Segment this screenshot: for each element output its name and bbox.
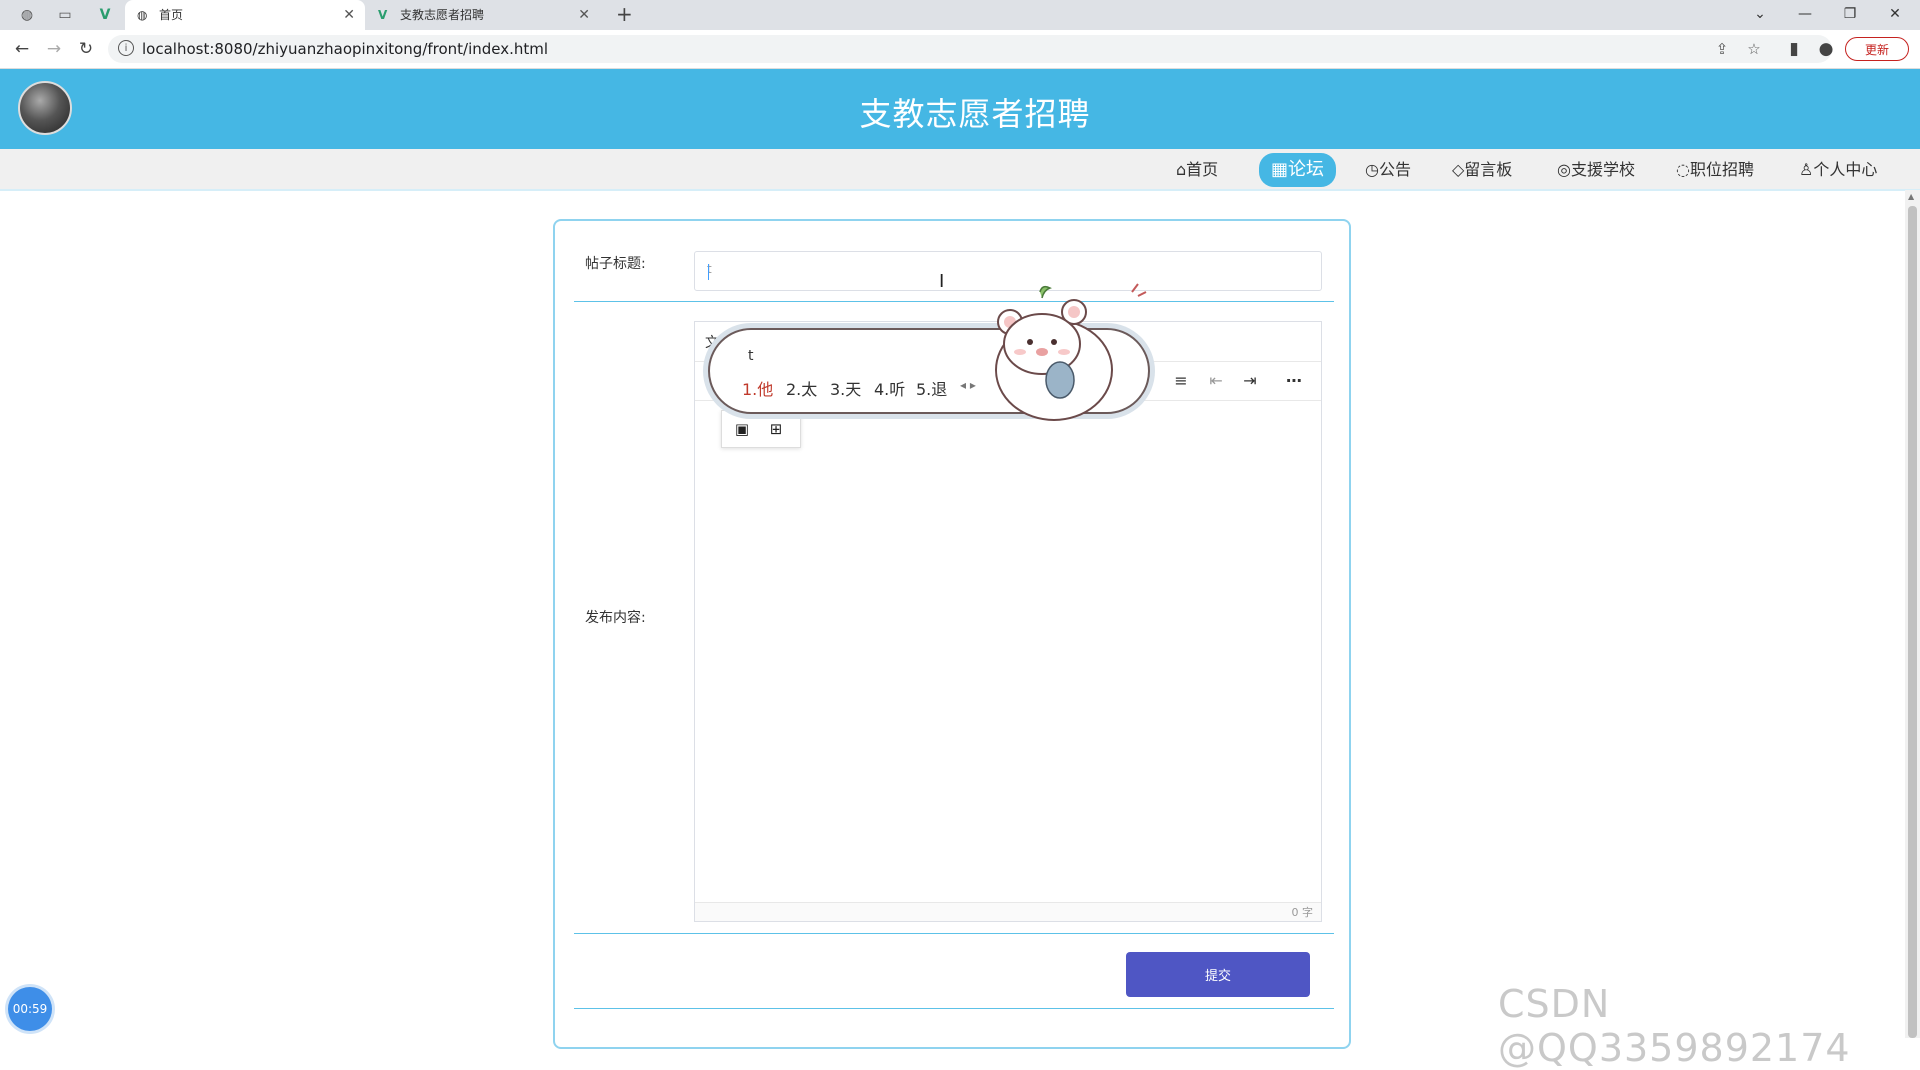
restore-button[interactable]: ❐ [1830,0,1870,30]
page-scrollbar[interactable]: ▲ [1905,190,1920,1038]
form-divider [574,933,1334,934]
url-field[interactable]: i localhost:8080/zhiyuanzhaopinxitong/fr… [108,35,1832,63]
nav-schools[interactable]: ◎支援学校 [1557,155,1635,185]
recording-timer-badge[interactable]: 00:59 [8,987,52,1031]
site-header: 支教志愿者招聘 [0,69,1920,149]
nav-message-board[interactable]: ◇留言板 [1452,155,1512,185]
nav-home[interactable]: ⌂首页 [1176,155,1218,185]
insert-image-icon[interactable]: ▣ [732,419,752,439]
site-info-icon[interactable]: i [118,40,134,56]
text-cursor-icon: I [939,271,945,292]
insert-table-icon[interactable]: ⊞ [766,419,786,439]
back-icon[interactable]: ← [12,39,32,59]
indent-icon[interactable]: ⇥ [1239,370,1261,392]
ime-candidate[interactable]: 1.他 [742,376,773,400]
form-divider [574,301,1334,302]
share-icon[interactable]: ⇪ [1712,39,1732,59]
vue-logo-icon[interactable]: V [96,6,114,24]
ime-candidate[interactable]: 4.听 [874,376,905,400]
globe-icon[interactable]: ◍ [18,6,36,24]
tab-home[interactable]: ◍ 首页 ✕ [125,0,365,30]
word-count: 0 字 [1291,906,1314,919]
browser-address-bar: ← → ↻ i localhost:8080/zhiyuanzhaopinxit… [0,30,1920,69]
nav-notice[interactable]: ◷公告 [1365,155,1411,185]
profile-icon[interactable]: ● [1816,39,1836,59]
browser-tab-bar: ◍ ▭ V ◍ 首页 ✕ V 支教志愿者招聘 ✕ + ⌄ — ❐ ✕ [0,0,1920,30]
update-label: 更新 [1864,43,1889,57]
site-title: 支教志愿者招聘 [859,95,1091,133]
update-button[interactable]: 更新 [1845,37,1909,61]
blank-tab-icon[interactable]: ▭ [56,6,74,24]
ime-candidate[interactable]: 3.天 [830,376,861,400]
close-icon[interactable]: ✕ [578,0,590,30]
close-window-button[interactable]: ✕ [1875,0,1915,30]
editor-quick-insert-popup: ▣ ⊞ [721,410,801,448]
csdn-watermark: CSDN @QQ3359892174 [1498,982,1851,1070]
url-text[interactable]: localhost:8080/zhiyuanzhaopinxitong/fron… [142,35,548,63]
globe-icon: ◍ [137,8,148,22]
nav-jobs[interactable]: ◌职位招聘 [1676,155,1754,185]
align-justify-icon[interactable]: ≡ [1170,370,1192,392]
nav-forum[interactable]: ▦论坛 [1259,153,1337,187]
submit-button[interactable]: 提交 [1126,952,1310,997]
ime-composition: t [748,348,754,364]
ime-candidate[interactable]: 2.太 [786,376,817,400]
forward-icon[interactable]: → [44,39,64,59]
scrollbar-thumb[interactable] [1908,206,1917,1038]
reload-icon[interactable]: ↻ [76,39,96,59]
editor-statusbar: 0 字 [695,902,1321,921]
ime-page-arrows-icon[interactable]: ◂ ▸ [960,378,976,392]
outdent-icon[interactable]: ⇤ [1205,370,1227,392]
minimize-button[interactable]: — [1785,0,1825,30]
ime-candidate[interactable]: 5.退 [916,376,947,400]
tab-search-icon[interactable]: ⌄ [1740,0,1780,30]
sidepanel-icon[interactable]: ▮ [1784,39,1804,59]
more-icon[interactable]: ⋯ [1283,370,1305,392]
main-nav: ⌂首页 ▦论坛 ◷公告 ◇留言板 ◎支援学校 ◌职位招聘 ♙个人中心 [0,149,1920,191]
form-divider [574,1008,1334,1009]
close-icon[interactable]: ✕ [343,0,355,30]
content-label: 发布内容: [585,610,646,626]
ime-bear-mascot-icon [995,283,1147,421]
bookmark-star-icon[interactable]: ☆ [1744,39,1764,59]
vue-logo-icon: V [378,8,388,22]
scroll-up-icon[interactable]: ▲ [1908,192,1914,201]
new-tab-button[interactable]: + [616,2,633,26]
text-caret [708,264,709,280]
tab-volunteer[interactable]: V 支教志愿者招聘 ✕ [366,0,600,30]
nav-user-center[interactable]: ♙个人中心 [1799,155,1877,185]
title-label: 帖子标题: [585,256,646,272]
tab-label: 支教志愿者招聘 [400,8,485,22]
tab-label: 首页 [159,8,184,22]
